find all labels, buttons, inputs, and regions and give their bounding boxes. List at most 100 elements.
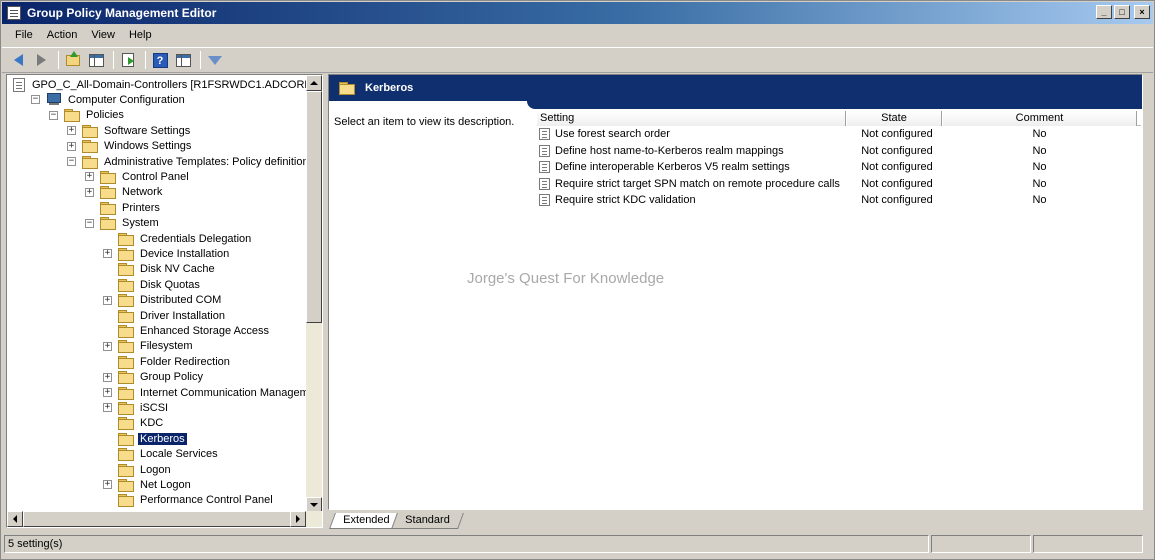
tree-node-label[interactable]: Disk NV Cache bbox=[138, 263, 217, 275]
console-tree-pane[interactable]: GPO_C_All-Domain-Controllers [R1FSRWDC1.… bbox=[6, 74, 323, 528]
expand-icon[interactable]: + bbox=[67, 141, 76, 151]
tree-node[interactable]: Disk Quotas bbox=[103, 277, 202, 292]
tree-node-label[interactable]: Software Settings bbox=[102, 125, 192, 137]
collapse-icon[interactable]: − bbox=[31, 95, 40, 105]
help-button[interactable]: ? bbox=[150, 50, 170, 70]
tree-node[interactable]: + Filesystem bbox=[103, 339, 195, 354]
filter-button[interactable] bbox=[205, 50, 225, 70]
expand-icon[interactable]: + bbox=[103, 295, 112, 305]
expand-icon[interactable]: + bbox=[103, 249, 112, 259]
tree-node[interactable]: + Software Settings bbox=[67, 123, 192, 138]
tree-vertical-scrollbar[interactable] bbox=[306, 75, 322, 513]
tree-node[interactable]: + iSCSI bbox=[103, 400, 170, 415]
tree-node[interactable]: KDC bbox=[103, 416, 165, 431]
tree-node[interactable]: + Group Policy bbox=[103, 370, 205, 385]
expand-icon[interactable]: + bbox=[67, 126, 76, 136]
tree-node-label[interactable]: Net Logon bbox=[138, 479, 193, 491]
tree-node-label[interactable]: Filesystem bbox=[138, 340, 195, 352]
forward-button[interactable] bbox=[31, 50, 51, 70]
column-header-setting[interactable]: Setting bbox=[536, 111, 846, 126]
console-tree[interactable]: GPO_C_All-Domain-Controllers [R1FSRWDC1.… bbox=[7, 75, 307, 513]
settings-row[interactable]: Define host name-to-Kerberos realm mappi… bbox=[536, 143, 1141, 160]
menu-file[interactable]: File bbox=[8, 27, 40, 43]
tree-node[interactable]: − Computer Configuration bbox=[31, 92, 187, 107]
tree-horizontal-scrollbar[interactable] bbox=[7, 511, 322, 527]
tree-node-label[interactable]: Network bbox=[120, 186, 164, 198]
collapse-icon[interactable]: − bbox=[49, 110, 58, 120]
expand-icon[interactable]: + bbox=[103, 341, 112, 351]
tree-node[interactable]: Performance Control Panel bbox=[103, 493, 275, 508]
column-header-state[interactable]: State bbox=[846, 111, 942, 126]
menu-action[interactable]: Action bbox=[40, 27, 85, 43]
tree-node-label[interactable]: Kerberos bbox=[137, 431, 188, 446]
tree-node-label[interactable]: Logon bbox=[138, 464, 173, 476]
tree-node[interactable]: Driver Installation bbox=[103, 308, 227, 323]
tree-node-label[interactable]: Enhanced Storage Access bbox=[138, 325, 271, 337]
tree-node[interactable]: Kerberos bbox=[103, 431, 188, 446]
tree-node[interactable]: Credentials Delegation bbox=[103, 231, 253, 246]
expand-icon[interactable]: + bbox=[103, 480, 112, 490]
tree-node-label[interactable]: Locale Services bbox=[138, 448, 220, 460]
expand-icon[interactable]: + bbox=[85, 187, 94, 197]
tree-node-label[interactable]: GPO_C_All-Domain-Controllers [R1FSRWDC1.… bbox=[30, 79, 307, 91]
expand-icon[interactable]: + bbox=[85, 172, 94, 182]
tree-node[interactable]: + Control Panel bbox=[85, 169, 191, 184]
scroll-thumb[interactable] bbox=[306, 91, 322, 323]
tree-node-label[interactable]: KDC bbox=[138, 417, 165, 429]
tree-node[interactable]: + Windows Settings bbox=[67, 139, 193, 154]
expand-icon[interactable]: + bbox=[103, 372, 112, 382]
tree-node[interactable]: + Device Installation bbox=[103, 246, 231, 261]
tree-node-label[interactable]: iSCSI bbox=[138, 402, 170, 414]
tree-node-label[interactable]: Disk Quotas bbox=[138, 279, 202, 291]
close-button[interactable]: × bbox=[1134, 5, 1150, 19]
tree-node[interactable]: − Policies bbox=[49, 108, 126, 123]
tree-node-label[interactable]: Driver Installation bbox=[138, 310, 227, 322]
minimize-button[interactable]: _ bbox=[1096, 5, 1112, 19]
column-header-comment[interactable]: Comment bbox=[942, 111, 1137, 126]
tab-standard[interactable]: Standard bbox=[391, 513, 464, 529]
menu-help[interactable]: Help bbox=[122, 27, 159, 43]
export-list-button[interactable] bbox=[118, 50, 138, 70]
tree-node[interactable]: Printers bbox=[85, 200, 162, 215]
settings-row[interactable]: Use forest search order Not configured No bbox=[536, 126, 1141, 143]
tree-node-label[interactable]: Windows Settings bbox=[102, 140, 193, 152]
tree-node-label[interactable]: Control Panel bbox=[120, 171, 191, 183]
settings-row[interactable]: Require strict target SPN match on remot… bbox=[536, 176, 1141, 193]
up-level-button[interactable] bbox=[63, 50, 83, 70]
tree-node[interactable]: Disk NV Cache bbox=[103, 262, 217, 277]
tree-node[interactable]: GPO_C_All-Domain-Controllers [R1FSRWDC1.… bbox=[13, 77, 307, 92]
back-button[interactable] bbox=[8, 50, 28, 70]
scroll-thumb-horizontal[interactable] bbox=[23, 511, 293, 527]
tree-node-label[interactable]: Group Policy bbox=[138, 371, 205, 383]
tree-node-label[interactable]: Computer Configuration bbox=[66, 94, 187, 106]
action-pane-button[interactable] bbox=[173, 50, 193, 70]
tree-node-label[interactable]: System bbox=[120, 217, 161, 229]
scroll-right-button[interactable] bbox=[290, 511, 306, 527]
tree-node-label[interactable]: Performance Control Panel bbox=[138, 494, 275, 506]
tree-node[interactable]: − System bbox=[85, 216, 161, 231]
tree-node[interactable]: Enhanced Storage Access bbox=[103, 323, 271, 338]
tree-node-label[interactable]: Credentials Delegation bbox=[138, 233, 253, 245]
expand-icon[interactable]: + bbox=[103, 403, 112, 413]
tree-node[interactable]: − Administrative Templates: Policy defini… bbox=[67, 154, 307, 169]
tree-node[interactable]: + Net Logon bbox=[103, 477, 193, 492]
tree-node-label[interactable]: Internet Communication Management bbox=[138, 387, 307, 399]
collapse-icon[interactable]: − bbox=[85, 218, 94, 228]
scroll-left-button[interactable] bbox=[7, 511, 23, 527]
show-hide-tree-button[interactable] bbox=[86, 50, 106, 70]
settings-row[interactable]: Define interoperable Kerberos V5 realm s… bbox=[536, 159, 1141, 176]
title-bar[interactable]: Group Policy Management Editor _ □ × bbox=[2, 2, 1153, 24]
tree-node[interactable]: Locale Services bbox=[103, 447, 220, 462]
tree-node[interactable]: + Internet Communication Management bbox=[103, 385, 307, 400]
tree-node[interactable]: Logon bbox=[103, 462, 173, 477]
tree-node[interactable]: + Network bbox=[85, 185, 164, 200]
tree-node[interactable]: Folder Redirection bbox=[103, 354, 232, 369]
tree-node-label[interactable]: Distributed COM bbox=[138, 294, 223, 306]
tree-node[interactable]: + Distributed COM bbox=[103, 293, 223, 308]
expand-icon[interactable]: + bbox=[103, 388, 112, 397]
scroll-up-button[interactable] bbox=[306, 75, 322, 91]
maximize-button[interactable]: □ bbox=[1114, 5, 1130, 19]
tree-node-label[interactable]: Policies bbox=[84, 109, 126, 121]
tree-node-label[interactable]: Device Installation bbox=[138, 248, 231, 260]
collapse-icon[interactable]: − bbox=[67, 157, 76, 166]
